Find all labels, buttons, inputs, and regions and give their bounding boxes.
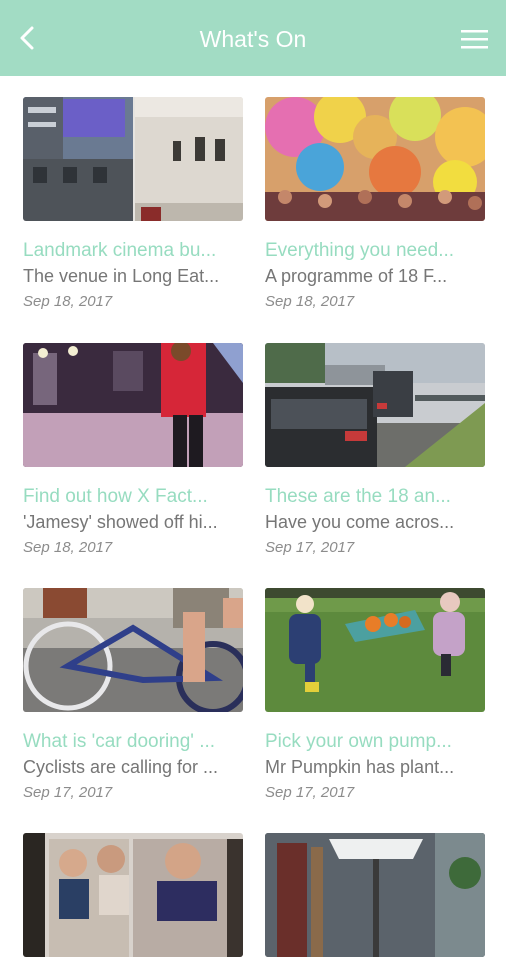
article-date: Sep 17, 2017 — [265, 784, 355, 801]
article-title[interactable]: Find out how X Fact... — [23, 485, 243, 509]
article-card[interactable] — [265, 833, 485, 980]
article-summary: Cyclists are calling for ... — [23, 757, 219, 777]
article-thumbnail[interactable] — [265, 588, 485, 712]
article-thumbnail[interactable] — [23, 588, 243, 712]
article-card[interactable]: Find out how X Fact... 'Jamesy' showed o… — [23, 343, 243, 558]
article-thumbnail[interactable] — [23, 343, 243, 467]
article-summary: Have you come acros... — [265, 512, 455, 532]
article-thumbnail[interactable] — [265, 833, 485, 957]
article-thumbnail[interactable] — [23, 833, 243, 957]
article-thumbnail[interactable] — [23, 97, 243, 221]
article-summary: A programme of 18 F... — [265, 266, 448, 286]
menu-button[interactable] — [458, 26, 492, 52]
article-date: Sep 17, 2017 — [23, 784, 113, 801]
article-card[interactable]: What is 'car dooring' ... Cyclists are c… — [23, 588, 243, 803]
article-card[interactable]: Everything you need... A programme of 18… — [265, 97, 485, 312]
article-title[interactable]: Landmark cinema bu... — [23, 239, 243, 263]
article-card[interactable]: These are the 18 an... Have you come acr… — [265, 343, 485, 558]
article-date: Sep 18, 2017 — [23, 293, 113, 310]
article-date: Sep 18, 2017 — [265, 293, 355, 310]
article-thumbnail[interactable] — [265, 97, 485, 221]
article-title[interactable]: These are the 18 an... — [265, 485, 485, 509]
article-card[interactable]: Pick your own pump... Mr Pumpkin has pla… — [265, 588, 485, 803]
article-title[interactable]: Everything you need... — [265, 239, 485, 263]
article-date: Sep 18, 2017 — [23, 539, 113, 556]
hamburger-menu-icon — [461, 30, 488, 49]
article-summary: Mr Pumpkin has plant... — [265, 757, 455, 777]
article-title[interactable]: Pick your own pump... — [265, 730, 485, 754]
article-date: Sep 17, 2017 — [265, 539, 355, 556]
page-title: What's On — [199, 26, 307, 52]
app-header: What's On — [0, 0, 506, 76]
article-summary: 'Jamesy' showed off hi... — [23, 512, 218, 532]
article-card[interactable]: Landmark cinema bu... The venue in Long … — [23, 97, 243, 312]
article-summary: The venue in Long Eat... — [23, 266, 220, 286]
article-thumbnail[interactable] — [265, 343, 485, 467]
article-card[interactable] — [23, 833, 243, 980]
article-title[interactable]: What is 'car dooring' ... — [23, 730, 243, 754]
